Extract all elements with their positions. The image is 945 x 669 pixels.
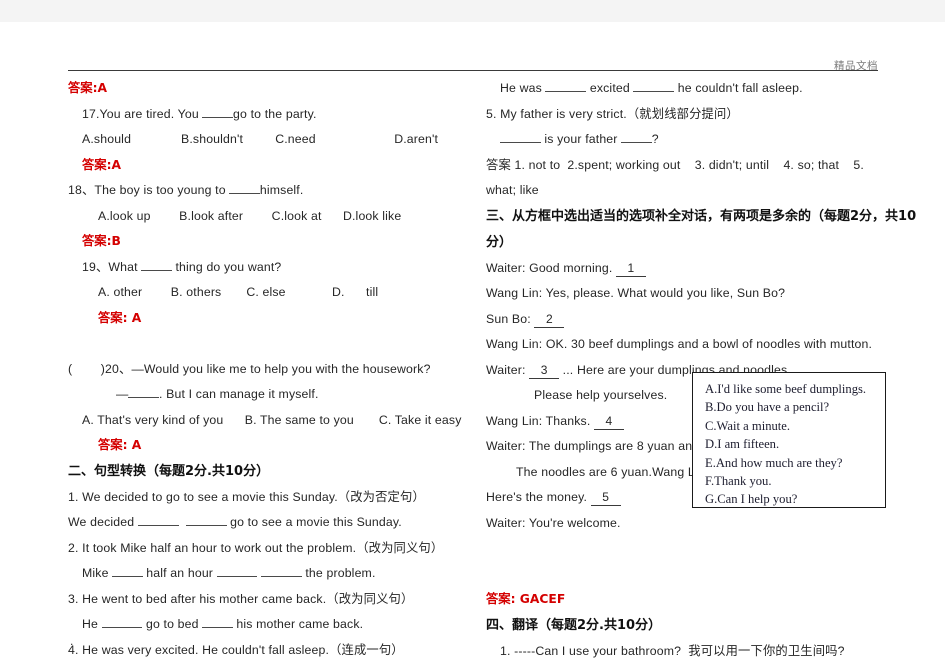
fill-in-blank[interactable] bbox=[621, 131, 652, 143]
answer-text: 答案:B bbox=[82, 234, 121, 248]
fill-in-blank[interactable] bbox=[137, 514, 179, 526]
question-line: is your father ? bbox=[486, 127, 886, 153]
question-line: 17.You are tired. You go to the party. bbox=[82, 106, 317, 121]
section-heading: 四、翻译（每题2分.共10分） bbox=[486, 617, 662, 633]
answer-line: 答案: GACEF bbox=[486, 587, 886, 613]
answer-line: 答案:A bbox=[68, 76, 468, 102]
answer-line: 答案: A bbox=[68, 306, 468, 332]
dialog-line: Waiter: Good morning. 1 bbox=[486, 256, 886, 282]
question-line: 答案 1. not to 2.spent; working out 3. did… bbox=[486, 157, 864, 172]
answer-line: 答案:B bbox=[68, 229, 468, 255]
question-line: He was excited he couldn't fall asleep. bbox=[500, 80, 803, 95]
fill-in-blank[interactable] bbox=[216, 565, 258, 577]
choice-line: A. That's very kind of you B. The same t… bbox=[82, 412, 462, 427]
question-line: Mike half an hour the problem. bbox=[82, 565, 376, 580]
choice-line: A. other B. others C. else D. till bbox=[98, 285, 379, 299]
question-line: We decided go to see a movie this Sunday… bbox=[68, 514, 402, 529]
question-line: what; like bbox=[486, 183, 539, 197]
question-line: 3. He went to bed after his mother came … bbox=[68, 591, 414, 606]
fill-in-blank[interactable] bbox=[500, 131, 541, 143]
answer-line: 答案:A bbox=[68, 153, 468, 179]
fill-in-blank[interactable] bbox=[545, 80, 587, 92]
question-line: 2. It took Mike half an hour to work out… bbox=[68, 540, 444, 555]
fill-in-blank[interactable] bbox=[101, 616, 143, 628]
fill-in-blank[interactable] bbox=[261, 565, 302, 577]
fill-in-blank[interactable] bbox=[185, 514, 227, 526]
question-line: 19、What thing do you want? bbox=[82, 259, 282, 274]
question-line: 1. We decided to go to see a movie this … bbox=[68, 489, 425, 504]
section-heading: 三、从方框中选出适当的选项补全对话，有两项是多余的（每题2分，共10 bbox=[486, 208, 917, 224]
answer-text: 答案: GACEF bbox=[486, 592, 566, 606]
answer-line: 答案: A bbox=[68, 433, 468, 459]
numbered-blank[interactable]: 4 bbox=[593, 414, 624, 430]
answer-text: 答案: A bbox=[98, 310, 142, 325]
question-line: 18、The boy is too young to himself. bbox=[68, 182, 304, 197]
section-heading: 分） bbox=[486, 234, 513, 250]
fill-in-blank[interactable] bbox=[202, 616, 233, 628]
choice-line: A.look up B.look after C.look at D.look … bbox=[98, 208, 402, 223]
dialog-line: Sun Bo: 2 bbox=[486, 307, 886, 333]
option-item[interactable]: C.Wait a minute. bbox=[705, 417, 885, 435]
numbered-blank[interactable]: 3 bbox=[529, 363, 560, 379]
answer-text: 答案:A bbox=[68, 81, 108, 95]
question-line: 1. -----Can I use your bathroom? 我可以用一下你… bbox=[500, 643, 845, 658]
dialog-line: Wang Lin: Yes, please. What would you li… bbox=[486, 286, 786, 300]
fill-in-blank[interactable] bbox=[202, 106, 234, 118]
answer-text: 答案:A bbox=[82, 157, 122, 172]
left-column: 答案:A 17.You are tired. You go to the part… bbox=[68, 76, 468, 663]
numbered-blank[interactable]: 5 bbox=[590, 491, 621, 506]
options-box: A.I'd like some beef dumplings. B.Do you … bbox=[692, 372, 886, 508]
header-rule bbox=[68, 70, 878, 71]
answer-text: 答案: A bbox=[98, 438, 142, 452]
question-line: 5. My father is very strict.（就划线部分提问） bbox=[486, 106, 739, 121]
trailing-dot: . bbox=[70, 634, 74, 648]
option-item[interactable]: B.Do you have a pencil? bbox=[705, 398, 885, 416]
fill-in-blank[interactable] bbox=[112, 565, 143, 577]
option-item[interactable]: A.I'd like some beef dumplings. bbox=[705, 380, 885, 398]
question-line: He go to bed his mother came back. bbox=[82, 616, 364, 631]
numbered-blank[interactable]: 2 bbox=[534, 312, 565, 328]
question-line: —. But I can manage it myself. bbox=[116, 386, 319, 401]
option-item[interactable]: E.And how much are they? bbox=[705, 454, 885, 472]
dialog-line: Waiter: You're welcome. bbox=[486, 515, 621, 530]
question-line: 4. He was very excited. He couldn't fall… bbox=[68, 642, 404, 657]
window-top-strip bbox=[0, 0, 945, 22]
choice-line: A.should B.shouldn't C.need D.aren't bbox=[82, 132, 439, 146]
right-column: He was excited he couldn't fall asleep. 5… bbox=[486, 76, 917, 664]
document-page: 精品文档 答案:A 17.You are tired. You go to the… bbox=[0, 22, 945, 669]
dialog-line: Wang Lin: OK. 30 beef dumplings and a bo… bbox=[486, 337, 873, 351]
question-line: ( )20、—Would you like me to help you wit… bbox=[68, 361, 431, 376]
option-item[interactable]: G.Can I help you? bbox=[705, 490, 885, 508]
option-item[interactable]: D.I am fifteen. bbox=[705, 435, 885, 453]
numbered-blank[interactable]: 1 bbox=[615, 261, 646, 277]
fill-in-blank[interactable] bbox=[633, 80, 675, 92]
fill-in-blank[interactable] bbox=[128, 386, 160, 398]
fill-in-blank[interactable] bbox=[141, 259, 172, 271]
section-heading: 二、句型转换（每题2分.共10分） bbox=[68, 463, 270, 479]
fill-in-blank[interactable] bbox=[229, 182, 260, 194]
option-item[interactable]: F.Thank you. bbox=[705, 472, 885, 490]
